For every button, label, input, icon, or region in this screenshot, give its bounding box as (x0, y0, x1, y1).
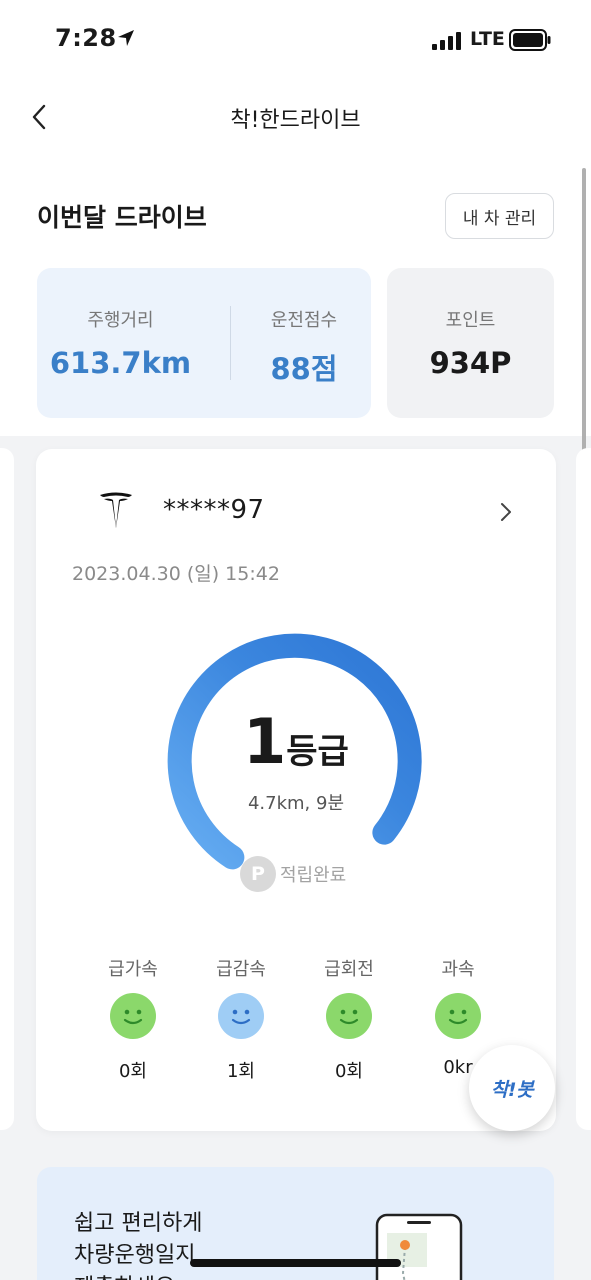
banner-line-3: 제출하세요 (74, 1269, 175, 1280)
previous-drive-card[interactable] (0, 448, 14, 1130)
behavior-label: 급회전 (324, 959, 374, 980)
drive-date: 2023.04.30 (일) 15:42 (72, 563, 280, 585)
smile-face-icon (326, 993, 372, 1039)
distance-value: 613.7km (49, 346, 192, 380)
points-p-icon: P (240, 856, 276, 892)
behavior-sudden-accel: 급가속 0회 (78, 955, 188, 1083)
behavior-value: 0회 (334, 1061, 363, 1082)
trip-summary: 4.7km, 9분 (247, 793, 345, 814)
behavior-sudden-decel: 급감속 1회 (186, 955, 296, 1083)
smile-face-icon (110, 993, 156, 1039)
banner-line-1: 쉽고 편리하게 (74, 1211, 203, 1236)
phone-map-icon (375, 1213, 463, 1280)
banner-line-2: 차량운행일지 (74, 1243, 196, 1268)
smile-face-icon (218, 993, 264, 1039)
monthly-summary: 이번달 드라이브 내 차 관리 주행거리 613.7km 운전점수 88점 포인… (0, 156, 591, 436)
status-time: 7:28 (55, 24, 117, 52)
grade-unit: 등급 (286, 732, 349, 772)
distance-stat: 주행거리 613.7km (37, 268, 204, 418)
points-status-text: 적립완료 (280, 865, 347, 886)
score-label: 운전점수 (270, 310, 338, 331)
drive-card[interactable]: *****97 2023.04.30 (일) 15:42 1등급 4.7km, … (36, 449, 556, 1131)
tesla-logo-icon (98, 491, 134, 529)
signal-icon (432, 32, 462, 54)
next-drive-card[interactable] (576, 448, 591, 1130)
grade-display: 1등급 (36, 705, 556, 778)
score-value: 88점 (270, 352, 338, 386)
manage-car-button[interactable]: 내 차 관리 (445, 193, 554, 239)
behavior-label: 급감속 (216, 959, 266, 980)
location-arrow-icon (116, 28, 136, 52)
points-label: 포인트 (445, 310, 496, 331)
smile-face-icon (435, 993, 481, 1039)
distance-label: 주행거리 (87, 310, 154, 331)
scrollbar[interactable] (582, 168, 586, 452)
points-status-badge: P 적립완료 (240, 856, 346, 892)
score-stat: 운전점수 88점 (253, 268, 355, 418)
behavior-sharp-turn: 급회전 0회 (294, 955, 404, 1083)
behavior-value: 0회 (118, 1061, 147, 1082)
chatbot-button[interactable]: 착!봇 (469, 1045, 555, 1131)
drive-stats-box: 주행거리 613.7km 운전점수 88점 (37, 268, 371, 418)
points-value: 934P (429, 346, 512, 380)
status-bar: 7:28 LTE (0, 0, 591, 78)
car-plate: *****97 (163, 495, 265, 525)
section-title: 이번달 드라이브 (37, 203, 207, 232)
stat-divider (230, 306, 231, 380)
nav-bar: 착!한드라이브 (0, 78, 591, 156)
chatbot-label: 착!봇 (490, 1078, 534, 1101)
grade-number: 1 (243, 705, 287, 778)
home-indicator[interactable] (190, 1259, 401, 1267)
behavior-label: 과속 (441, 959, 475, 980)
page-title: 착!한드라이브 (230, 108, 361, 133)
points-box[interactable]: 포인트 934P (387, 268, 554, 418)
chevron-right-icon[interactable] (494, 499, 518, 525)
battery-icon (509, 29, 551, 55)
behavior-label: 급가속 (108, 959, 158, 980)
network-type: LTE (470, 28, 505, 50)
behavior-value: 1회 (226, 1061, 255, 1082)
